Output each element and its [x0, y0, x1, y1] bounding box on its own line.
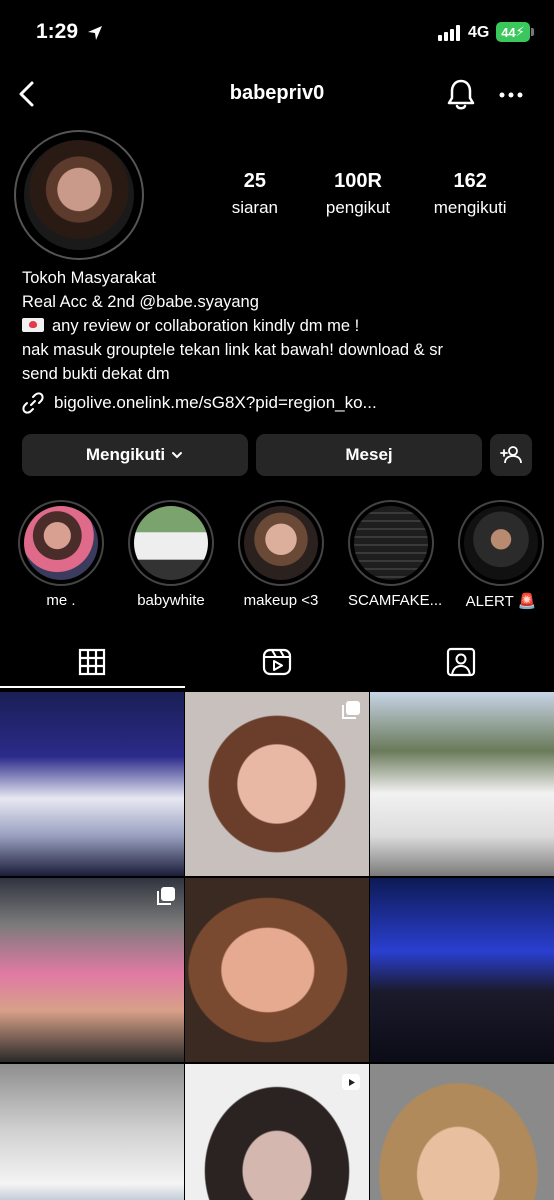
post-thumbnail[interactable] [0, 878, 184, 1062]
add-person-icon [500, 446, 522, 464]
battery-level: 44 [501, 24, 516, 40]
profile-stats: 25 siaran 100R pengikut 162 mengikuti [210, 170, 520, 218]
highlight-ring [458, 500, 544, 586]
highlight-ring [128, 500, 214, 586]
highlight-label: me . [46, 592, 76, 609]
highlight-cover [24, 506, 98, 580]
highlight-cover [464, 506, 538, 580]
story-highlight[interactable]: babywhite [128, 500, 214, 609]
highlight-label: makeup <3 [243, 592, 319, 609]
bio-line-text: any review or collaboration kindly dm me… [52, 317, 360, 335]
highlight-label: babywhite [137, 592, 205, 609]
network-type: 4G [468, 24, 490, 41]
bio-link-text: bigolive.onelink.me/sG8X?pid=region_ko..… [54, 393, 377, 412]
cellular-signal-icon [438, 25, 460, 41]
stat-followers[interactable]: 100R pengikut [306, 170, 411, 218]
love-letter-emoji-icon [22, 318, 44, 332]
profile-avatar[interactable] [24, 140, 134, 250]
following-button-label: Mengikuti [85, 445, 166, 464]
bio-line: send bukti dekat dm [22, 365, 170, 383]
notification-bell-icon[interactable] [446, 78, 476, 110]
post-thumbnail[interactable] [185, 692, 369, 876]
tagged-tab-icon[interactable] [445, 646, 477, 678]
post-thumbnail[interactable] [370, 878, 554, 1062]
status-time: 1:29 [36, 20, 79, 43]
profile-avatar-ring[interactable] [14, 130, 144, 260]
post-thumbnail[interactable] [0, 1064, 184, 1200]
stat-followers-count: 100R [334, 170, 382, 192]
highlight-cover [134, 506, 208, 580]
reel-icon [342, 1074, 360, 1090]
stat-followers-label: pengikut [325, 198, 391, 217]
stat-following-label: mengikuti [433, 198, 507, 217]
profile-bio: Tokoh Masyarakat Real Acc & 2nd @babe.sy… [22, 266, 542, 386]
more-options-icon[interactable] [498, 82, 524, 108]
highlight-ring [18, 500, 104, 586]
carousel-icon [342, 701, 360, 719]
chevron-down-icon [172, 452, 183, 459]
profile-tabs [0, 636, 554, 688]
active-tab-indicator [0, 686, 185, 688]
highlight-ring [238, 500, 324, 586]
highlight-cover [244, 506, 318, 580]
story-highlight[interactable]: ALERT 🚨 [458, 500, 544, 610]
stat-following[interactable]: 162 mengikuti [420, 170, 520, 218]
reels-tab-icon[interactable] [261, 646, 293, 678]
highlight-ring [348, 500, 434, 586]
bio-line: nak masuk grouptele tekan link kat bawah… [22, 341, 443, 359]
profile-header: babepriv0 [0, 66, 554, 122]
bio-line: any review or collaboration kindly dm me… [22, 314, 542, 338]
highlight-label: ALERT 🚨 [465, 593, 537, 610]
post-thumbnail[interactable] [185, 878, 369, 1062]
battery-icon: 44 ⚡ [496, 22, 530, 42]
story-highlight[interactable]: makeup <3 [238, 500, 324, 609]
posts-grid [0, 692, 554, 1200]
message-button[interactable]: Mesej [256, 434, 482, 476]
stat-posts-label: siaran [231, 198, 278, 217]
suggest-accounts-button[interactable] [490, 434, 532, 476]
status-bar: 1:29 4G 44 ⚡ [0, 0, 554, 66]
battery-tip [531, 28, 534, 36]
story-highlight[interactable]: SCAMFAKE... [348, 500, 443, 609]
bio-category: Tokoh Masyarakat [22, 269, 156, 287]
following-button[interactable]: Mengikuti [22, 434, 248, 476]
stat-posts[interactable]: 25 siaran [210, 170, 300, 218]
link-icon [22, 392, 44, 414]
grid-posts-tab-icon[interactable] [76, 646, 108, 678]
post-thumbnail[interactable] [370, 1064, 554, 1200]
post-thumbnail[interactable] [370, 692, 554, 876]
highlight-cover [354, 506, 428, 580]
location-arrow-icon [88, 26, 102, 40]
post-thumbnail[interactable] [185, 1064, 369, 1200]
bio-line: Real Acc & 2nd @babe.syayang [22, 293, 259, 311]
story-highlight[interactable]: me . [18, 500, 104, 609]
stat-posts-count: 25 [243, 170, 266, 192]
highlight-label: SCAMFAKE... [348, 592, 443, 609]
carousel-icon [157, 887, 175, 905]
stat-following-count: 162 [453, 170, 487, 192]
bio-link[interactable]: bigolive.onelink.me/sG8X?pid=region_ko..… [22, 392, 377, 414]
post-thumbnail[interactable] [0, 692, 184, 876]
message-button-label: Mesej [345, 445, 393, 464]
